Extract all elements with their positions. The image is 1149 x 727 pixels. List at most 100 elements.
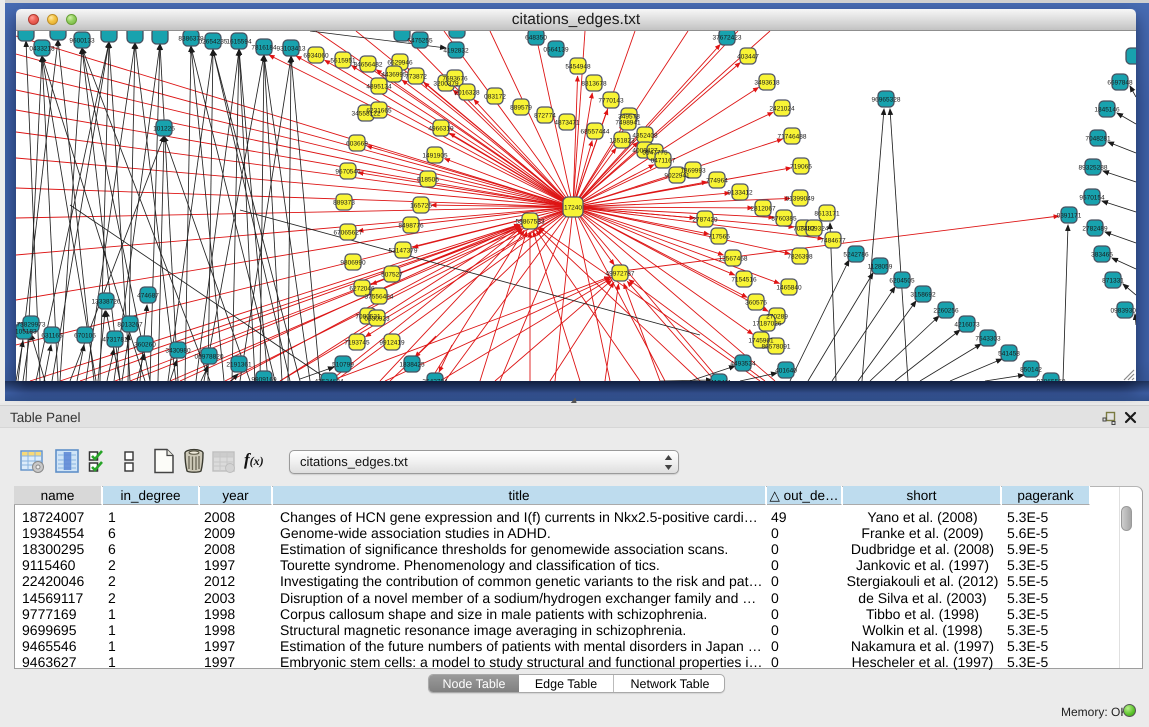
svg-text:889373: 889373	[333, 200, 355, 207]
svg-text:872774: 872774	[534, 113, 556, 120]
svg-text:9600133: 9600133	[69, 38, 95, 45]
svg-text:1128059: 1128059	[868, 264, 893, 271]
svg-text:1465840: 1465840	[776, 285, 802, 292]
svg-text:4731781: 4731781	[102, 337, 128, 344]
svg-text:0564139: 0564139	[543, 47, 569, 54]
svg-text:403447: 403447	[737, 54, 759, 61]
svg-text:01965569: 01965569	[1037, 379, 1066, 382]
svg-text:9570154: 9570154	[1079, 195, 1105, 202]
svg-text:7484677: 7484677	[820, 238, 846, 245]
svg-text:0330923: 0330923	[364, 316, 390, 323]
svg-text:2787429: 2787429	[692, 217, 718, 224]
svg-text:4873471: 4873471	[554, 120, 580, 127]
svg-text:719065: 719065	[790, 164, 812, 171]
svg-text:93103413: 93103413	[277, 46, 306, 53]
svg-text:1845146: 1845146	[1094, 107, 1120, 114]
svg-text:360576: 360576	[745, 300, 767, 307]
svg-text:86578091: 86578091	[762, 344, 791, 351]
svg-text:8313678: 8313678	[581, 81, 607, 88]
svg-text:1615594: 1615594	[226, 39, 252, 46]
svg-text:4493534: 4493534	[730, 361, 756, 368]
svg-text:6231665: 6231665	[366, 108, 392, 115]
svg-text:5242786: 5242786	[843, 252, 869, 259]
svg-text:270289: 270289	[766, 314, 788, 321]
svg-text:0471167: 0471167	[651, 158, 676, 165]
svg-text:17187026: 17187026	[753, 321, 782, 328]
svg-text:2260256: 2260256	[933, 308, 959, 315]
svg-text:00978820: 00978820	[195, 354, 224, 361]
svg-text:09839301: 09839301	[1111, 308, 1136, 315]
svg-text:1351823: 1351823	[609, 138, 635, 145]
svg-text:53147379: 53147379	[389, 248, 418, 255]
svg-text:8013267: 8013267	[117, 322, 143, 329]
svg-text:7048281: 7048281	[1085, 136, 1111, 143]
svg-text:1838425: 1838425	[399, 362, 425, 369]
svg-text:7826398: 7826398	[787, 254, 813, 261]
svg-text:6204505: 6204505	[889, 278, 915, 285]
svg-text:4966319: 4966319	[428, 126, 454, 133]
svg-text:58867533: 58867533	[516, 219, 545, 226]
svg-text:773872: 773872	[405, 74, 427, 81]
svg-text:603669: 603669	[346, 141, 368, 148]
svg-text:6697848: 6697848	[1107, 80, 1133, 87]
svg-text:9670546: 9670546	[335, 169, 361, 176]
svg-text:474687: 474687	[137, 293, 159, 300]
svg-text:4895134: 4895134	[366, 84, 392, 91]
svg-text:383465: 383465	[1091, 252, 1113, 259]
svg-text:6934060: 6934060	[303, 53, 329, 60]
svg-text:670106: 670106	[74, 333, 96, 340]
svg-text:89325288: 89325288	[1079, 165, 1108, 172]
svg-text:7193745: 7193745	[344, 340, 370, 347]
svg-text:2812067: 2812067	[750, 206, 776, 213]
svg-text:7498941: 7498941	[615, 120, 641, 127]
svg-text:84656482: 84656482	[354, 62, 383, 69]
svg-text:889579: 889579	[510, 105, 532, 112]
svg-text:4436995: 4436995	[381, 72, 407, 79]
svg-text:13338726: 13338726	[92, 299, 121, 306]
svg-text:17240: 17240	[564, 205, 582, 212]
svg-text:8412411: 8412411	[707, 380, 732, 382]
svg-text:507527: 507527	[381, 272, 403, 279]
svg-text:8760385: 8760385	[771, 216, 797, 223]
svg-text:5454948: 5454948	[565, 64, 591, 71]
svg-text:8498776: 8498776	[398, 223, 424, 230]
svg-text:083172: 083172	[484, 94, 506, 101]
svg-text:73829973: 73829973	[17, 322, 46, 329]
svg-text:510799: 510799	[332, 362, 354, 369]
svg-text:2016328: 2016328	[454, 90, 480, 97]
svg-text:165726: 165726	[410, 203, 432, 210]
svg-text:7543303: 7543303	[975, 336, 1001, 343]
svg-text:717565: 717565	[708, 234, 730, 241]
svg-text:96965328: 96965328	[872, 97, 901, 104]
svg-text:3105183: 3105183	[16, 329, 37, 336]
svg-text:68557444: 68557444	[581, 129, 610, 136]
svg-text:67065627: 67065627	[334, 230, 363, 237]
svg-text:360260: 360260	[134, 342, 156, 349]
svg-text:6272046: 6272046	[349, 286, 375, 293]
svg-text:3158692: 3158692	[910, 292, 936, 299]
svg-text:9133412: 9133412	[727, 190, 753, 197]
svg-text:01399049: 01399049	[786, 196, 815, 203]
svg-text:101226: 101226	[153, 126, 175, 133]
svg-text:3430980: 3430980	[165, 348, 191, 355]
svg-text:648350: 648350	[525, 35, 547, 42]
svg-text:774964: 774964	[706, 178, 728, 185]
svg-text:9912419: 9912419	[379, 340, 405, 347]
svg-text:02654235: 02654235	[199, 39, 228, 46]
svg-text:9806990: 9806990	[340, 260, 366, 267]
svg-text:5615951: 5615951	[330, 58, 356, 65]
svg-text:3542784: 3542784	[422, 379, 448, 382]
svg-text:2782489: 2782489	[1082, 226, 1108, 233]
svg-text:850142: 850142	[1020, 367, 1042, 374]
svg-text:7154516: 7154516	[731, 277, 757, 284]
svg-text:541458: 541458	[998, 351, 1020, 358]
svg-text:2421024: 2421024	[769, 106, 795, 113]
svg-text:12567468: 12567468	[719, 256, 748, 263]
svg-text:0391171: 0391171	[1057, 213, 1082, 220]
svg-text:871331: 871331	[1102, 278, 1124, 285]
svg-text:1491905: 1491905	[422, 153, 448, 160]
svg-text:631165: 631165	[41, 333, 63, 340]
svg-text:6475255: 6475255	[407, 38, 433, 45]
svg-text:43534624: 43534624	[315, 379, 344, 382]
svg-text:8613171: 8613171	[814, 211, 840, 218]
